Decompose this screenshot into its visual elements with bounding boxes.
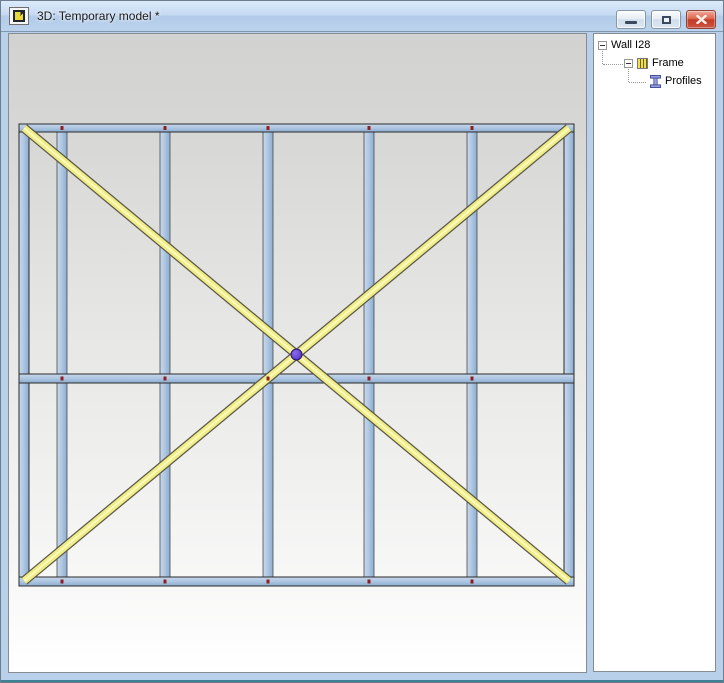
connection-marker <box>267 126 270 130</box>
connection-marker <box>61 126 64 130</box>
tree-node-label[interactable]: Profiles <box>665 75 702 87</box>
frame-icon <box>637 58 648 69</box>
restore-icon <box>662 16 671 24</box>
tree-node-wall[interactable]: Wall I28 <box>598 37 650 53</box>
connection-marker <box>61 580 64 584</box>
minimize-button[interactable] <box>616 10 646 29</box>
stud-member[interactable] <box>160 131 170 578</box>
rail-member[interactable] <box>19 374 574 383</box>
frame-svg <box>9 34 586 672</box>
connection-marker <box>164 377 167 381</box>
center-node[interactable] <box>291 349 302 360</box>
connection-marker <box>164 126 167 130</box>
window-system-icon[interactable] <box>9 7 29 25</box>
model-3d-icon <box>13 10 25 22</box>
stud-member[interactable] <box>263 131 273 578</box>
app-window: 3D: Temporary model * Wall I28 <box>0 0 724 683</box>
tree-node-profiles[interactable]: Profiles <box>646 73 702 89</box>
connection-marker <box>267 580 270 584</box>
model-tree-panel[interactable]: Wall I28 Frame Profiles <box>593 33 716 672</box>
tree-node-label[interactable]: Frame <box>652 57 684 69</box>
connection-marker <box>471 126 474 130</box>
connection-marker <box>368 377 371 381</box>
tree-connector <box>603 64 623 66</box>
minimize-icon <box>625 21 637 24</box>
collapse-expander-icon[interactable] <box>598 41 607 50</box>
connection-marker <box>267 377 270 381</box>
window-title: 3D: Temporary model * <box>37 1 160 31</box>
profile-icon <box>650 75 661 88</box>
close-button[interactable] <box>686 10 716 29</box>
close-icon <box>696 15 707 24</box>
connection-marker <box>164 580 167 584</box>
model-viewport[interactable] <box>8 33 587 673</box>
connection-marker <box>61 377 64 381</box>
tree-connector <box>629 82 646 84</box>
tree-node-label[interactable]: Wall I28 <box>611 39 650 51</box>
connection-marker <box>368 126 371 130</box>
rail-member[interactable] <box>19 124 574 132</box>
connection-marker <box>368 580 371 584</box>
connection-marker <box>471 580 474 584</box>
rail-member[interactable] <box>19 577 574 586</box>
tree-node-frame[interactable]: Frame <box>624 55 684 71</box>
stud-member[interactable] <box>467 131 477 578</box>
restore-button[interactable] <box>651 10 681 29</box>
stud-member[interactable] <box>57 131 67 578</box>
connection-marker <box>471 377 474 381</box>
chord-member[interactable] <box>564 124 574 586</box>
stud-member[interactable] <box>364 131 374 578</box>
chord-member[interactable] <box>19 124 29 586</box>
title-bar[interactable]: 3D: Temporary model * <box>1 1 723 32</box>
collapse-expander-icon[interactable] <box>624 59 633 68</box>
